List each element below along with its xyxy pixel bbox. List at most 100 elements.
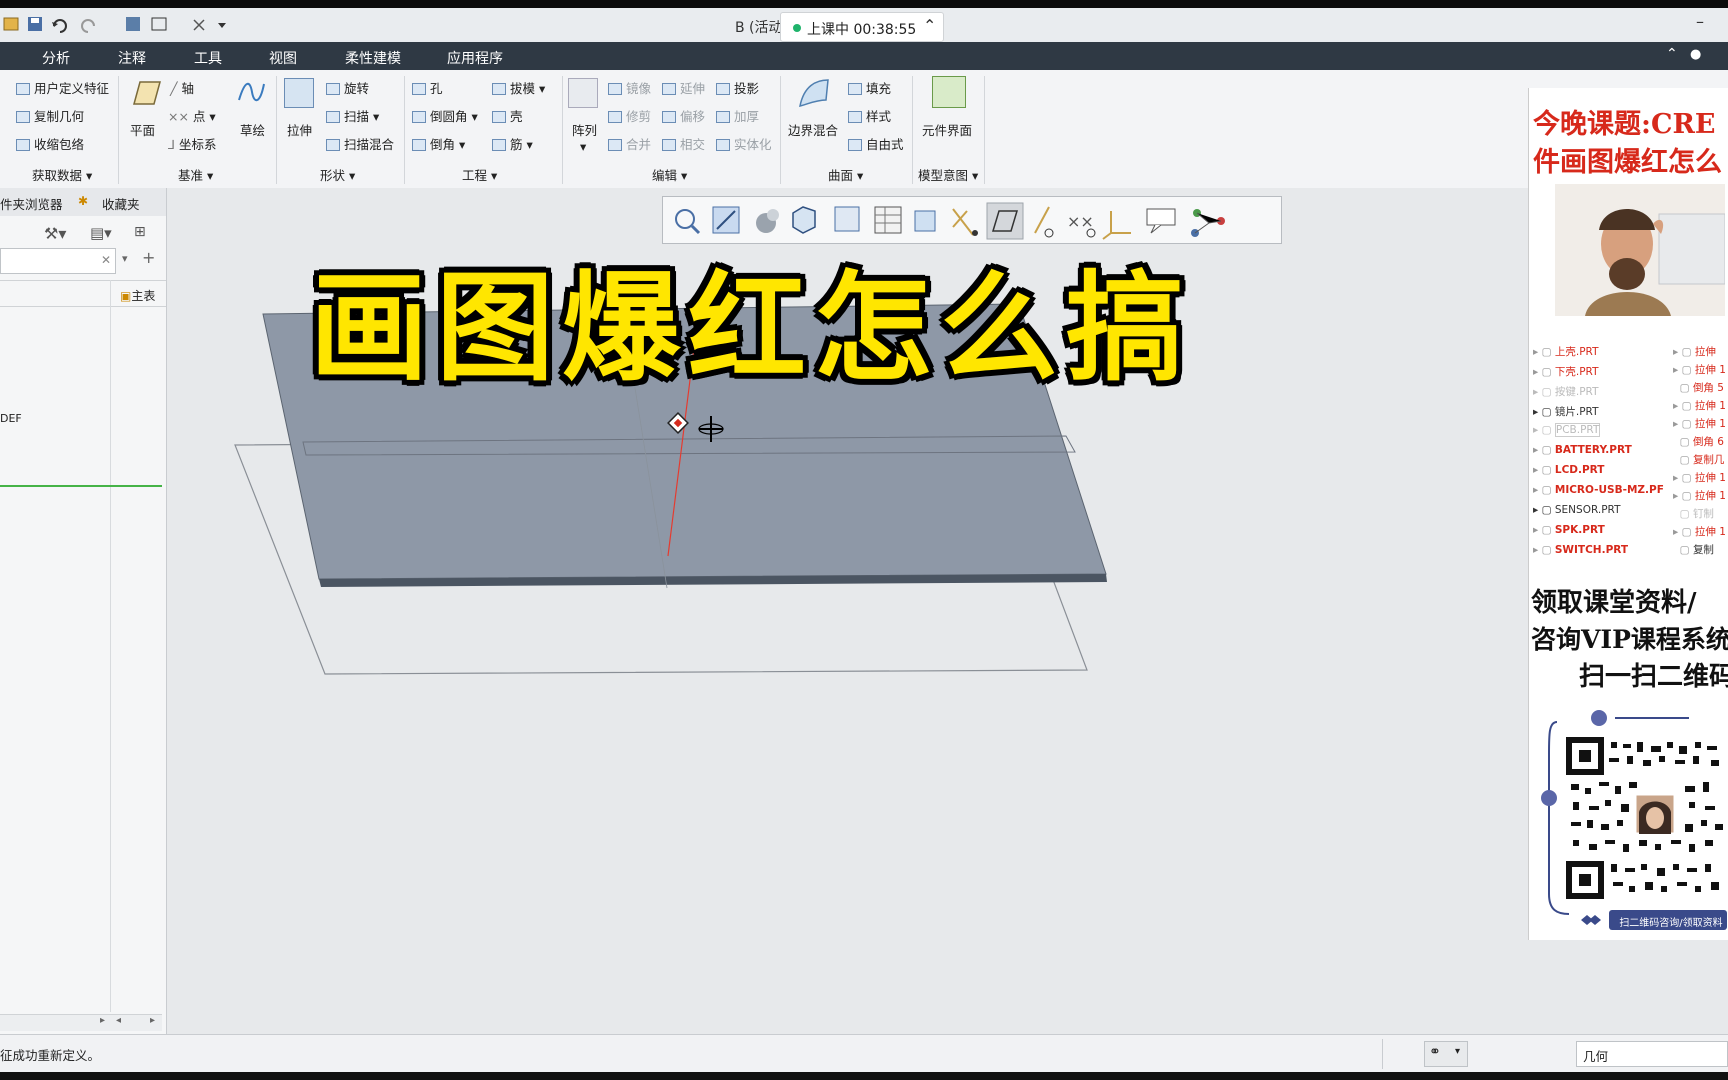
solidify-icon [716, 139, 730, 151]
freestyle-button[interactable]: 自由式 [848, 134, 904, 153]
recording-dot-icon [793, 24, 801, 32]
qr-code-card[interactable] [1539, 694, 1728, 934]
annotation-display-icon[interactable] [1146, 208, 1176, 234]
merge-button[interactable]: 合并 [608, 134, 651, 153]
chevron-up-icon[interactable]: ⌃ [923, 16, 936, 35]
plane-icon [133, 81, 161, 105]
quick-access-toolbar[interactable] [2, 14, 232, 36]
rib-button[interactable]: 筋 ▾ [492, 134, 533, 153]
round-button[interactable]: 倒圆角 ▾ [412, 106, 478, 125]
show-menu-icon[interactable]: ▤▾ [90, 224, 112, 242]
add-icon[interactable]: + [142, 248, 155, 267]
project-button[interactable]: 投影 [716, 78, 759, 97]
rib-label: 筋 [510, 137, 523, 152]
boundary-blend-button[interactable]: 边界混合 [788, 120, 838, 139]
component-interface-button[interactable]: 元件界面 [922, 120, 972, 139]
menu-view[interactable]: 视图 [269, 48, 297, 68]
menu-flexible-modeling[interactable]: 柔性建模 [345, 48, 401, 68]
group-engineering[interactable]: 工程 ▾ [462, 165, 497, 184]
list-item: ▢ 复制几 [1673, 454, 1725, 466]
user-icon[interactable]: ● [1690, 47, 1701, 62]
group-shapes[interactable]: 形状 ▾ [320, 165, 355, 184]
copy-geometry-label: 复制几何 [34, 109, 85, 124]
recording-indicator[interactable]: 上课中 00:38:55 ⌃ [780, 12, 944, 42]
sketch-button[interactable]: 草绘 [240, 120, 265, 139]
promo-cta-3: 扫一扫二维码 [1579, 662, 1728, 692]
insert-indicator[interactable] [0, 485, 162, 487]
settings-icon[interactable]: ⚒▾ [44, 224, 66, 243]
shrinkwrap-button[interactable]: 收缩包络 [16, 134, 84, 153]
offset-button[interactable]: 偏移 [662, 106, 705, 125]
group-surfaces[interactable]: 曲面 ▾ [828, 165, 863, 184]
group-datum[interactable]: 基准 ▾ [178, 165, 213, 184]
filter-select[interactable]: 几何 [1576, 1041, 1728, 1067]
tree-column-header[interactable]: ▣主表 [120, 287, 155, 304]
shading-icon[interactable] [756, 209, 779, 233]
axis-button[interactable]: ╱ 轴 [170, 78, 194, 97]
list-item-label: 拉伸 1 [1694, 526, 1726, 538]
view-manager-icon[interactable] [834, 206, 860, 232]
tab-favorites[interactable]: 收藏夹 [102, 194, 140, 213]
trim-button[interactable]: 修剪 [608, 106, 651, 125]
intersect-button[interactable]: 相交 [662, 134, 705, 153]
merge-icon [608, 139, 622, 151]
spin-center-icon[interactable] [1191, 209, 1225, 237]
list-item-label: SENSOR.PRT [1554, 504, 1621, 516]
hole-button[interactable]: 孔 [412, 78, 443, 97]
csys-button[interactable]: ⅃ 坐标系 [168, 134, 216, 153]
mirror-button[interactable]: 镜像 [608, 78, 651, 97]
group-model-intent[interactable]: 模型意图 ▾ [918, 165, 978, 184]
selection-filter-toggle[interactable]: ⚭ ▾ [1424, 1041, 1468, 1067]
thicken-button[interactable]: 加厚 [716, 106, 759, 125]
scroll-right-icon[interactable]: ▸ [100, 1015, 105, 1026]
sweep-button[interactable]: 扫描 ▾ [326, 106, 379, 125]
recording-label: 上课中 00:38:55 [807, 22, 917, 38]
user-defined-feature-button[interactable]: 用户定义特征 [16, 78, 109, 97]
clear-icon[interactable]: ✕ [101, 253, 111, 267]
scroll-left-icon[interactable]: ◂ [116, 1015, 121, 1026]
fill-button[interactable]: 填充 [848, 78, 891, 97]
group-get-data[interactable]: 获取数据 ▾ [32, 165, 92, 184]
style-icon [848, 111, 862, 123]
menu-annotate[interactable]: 注释 [118, 48, 146, 68]
refit-icon[interactable] [675, 209, 701, 235]
shell-button[interactable]: 壳 [492, 106, 523, 125]
tab-folder-browser[interactable]: 件夹浏览器 [0, 194, 63, 213]
filter-icon[interactable]: ⊞ [134, 224, 146, 240]
extrude-button[interactable]: 拉伸 [287, 120, 312, 139]
collapse-ribbon-icon[interactable]: ⌃ [1666, 46, 1678, 62]
horizontal-scrollbar[interactable]: ▸ ◂ ▸ [0, 1014, 162, 1031]
menu-analysis[interactable]: 分析 [42, 48, 70, 68]
solidify-button[interactable]: 实体化 [716, 134, 772, 153]
style-button[interactable]: 样式 [848, 106, 891, 125]
zoom-in-icon[interactable] [712, 206, 740, 234]
promo-headline-2: 件画图爆红怎么 [1533, 147, 1722, 178]
search-input[interactable]: ✕ [0, 248, 116, 274]
chamfer-button[interactable]: 倒角 ▾ [412, 134, 465, 153]
menu-applications[interactable]: 应用程序 [447, 48, 503, 68]
section-icon[interactable] [874, 206, 902, 234]
point-button[interactable]: ×× 点 ▾ [168, 106, 216, 125]
chamfer-label: 倒角 [430, 137, 456, 152]
menu-tools[interactable]: 工具 [194, 48, 222, 68]
offset-icon [662, 111, 676, 123]
copy-geometry-button[interactable]: 复制几何 [16, 106, 84, 125]
plane-button[interactable]: 平面 [130, 120, 155, 139]
group-editing[interactable]: 编辑 ▾ [652, 165, 687, 184]
minimize-icon[interactable]: – [1696, 12, 1704, 31]
revolve-button[interactable]: 旋转 [326, 78, 369, 97]
saved-orientations-icon[interactable] [792, 206, 816, 234]
group-get-data-label: 获取数据 [32, 168, 83, 183]
tree-item[interactable]: DEF [0, 412, 22, 425]
draft-button[interactable]: 拔模 ▾ [492, 78, 545, 97]
merge-label: 合并 [626, 137, 652, 152]
scroll-right-icon[interactable]: ▸ [150, 1015, 155, 1026]
swept-blend-button[interactable]: 扫描混合 [326, 134, 394, 153]
pattern-button[interactable]: 阵列 ▾ [572, 120, 597, 154]
overlay-title: 画图爆红怎么搞 [310, 259, 1193, 397]
chevron-down-icon[interactable]: ▾ [122, 252, 128, 265]
list-item: ▸ ▢ 镜片.PRT [1533, 406, 1599, 418]
extend-button[interactable]: 延伸 [662, 78, 705, 97]
group-surfaces-label: 曲面 [828, 168, 854, 183]
display-style-icon[interactable] [914, 210, 936, 232]
